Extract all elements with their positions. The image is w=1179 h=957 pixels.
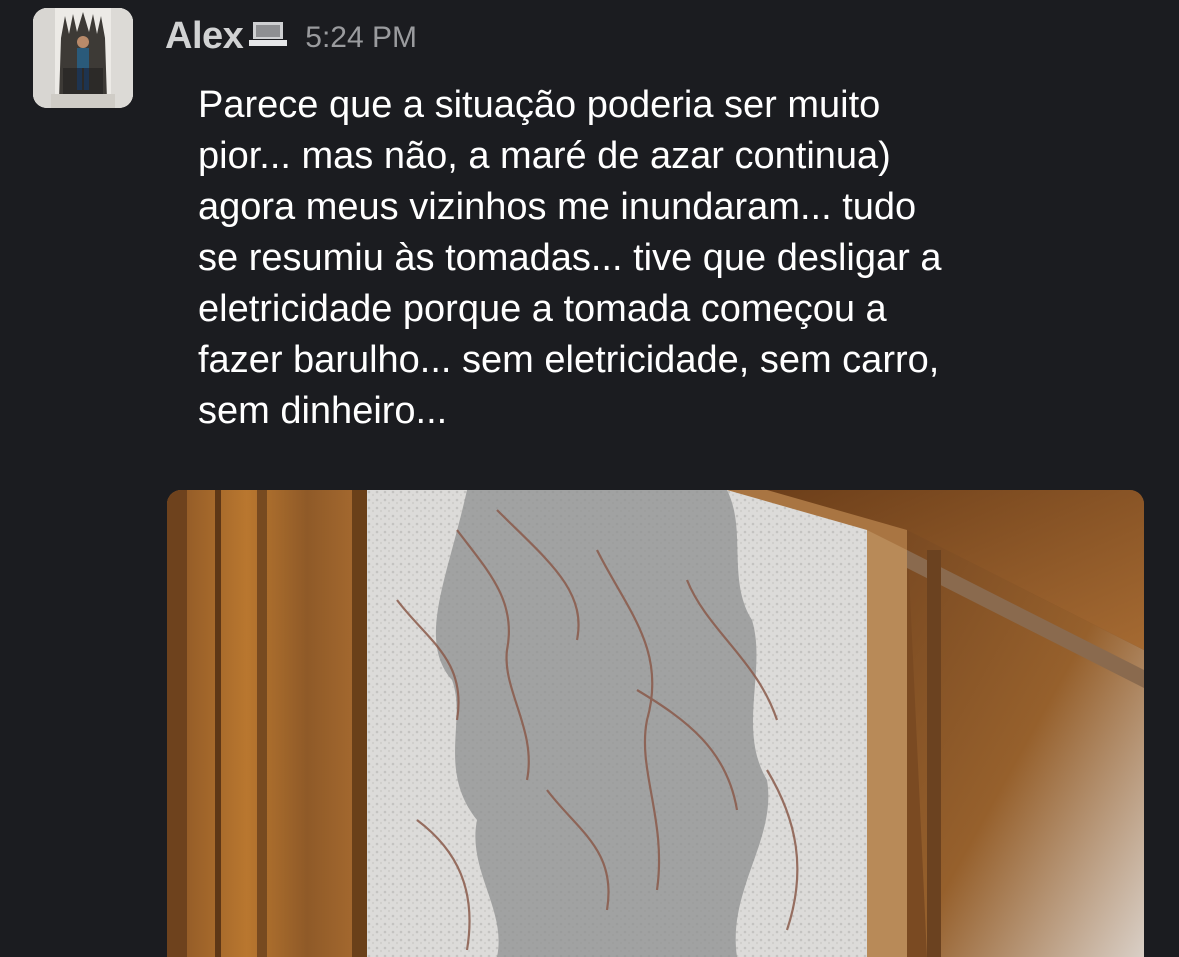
chat-message: Alex 5:24 PM Parece que a situação poder…	[0, 0, 1179, 957]
avatar[interactable]	[33, 8, 133, 108]
message-header: Alex 5:24 PM	[165, 8, 417, 64]
author-name[interactable]: Alex	[165, 15, 244, 58]
flooded-wall-photo	[167, 490, 1144, 957]
laptop-icon	[249, 20, 289, 55]
image-attachment[interactable]	[167, 490, 1144, 957]
timestamp[interactable]: 5:24 PM	[305, 21, 417, 55]
message-text: Parece que a situação poderia ser muito …	[198, 84, 942, 432]
avatar-image	[33, 8, 133, 108]
